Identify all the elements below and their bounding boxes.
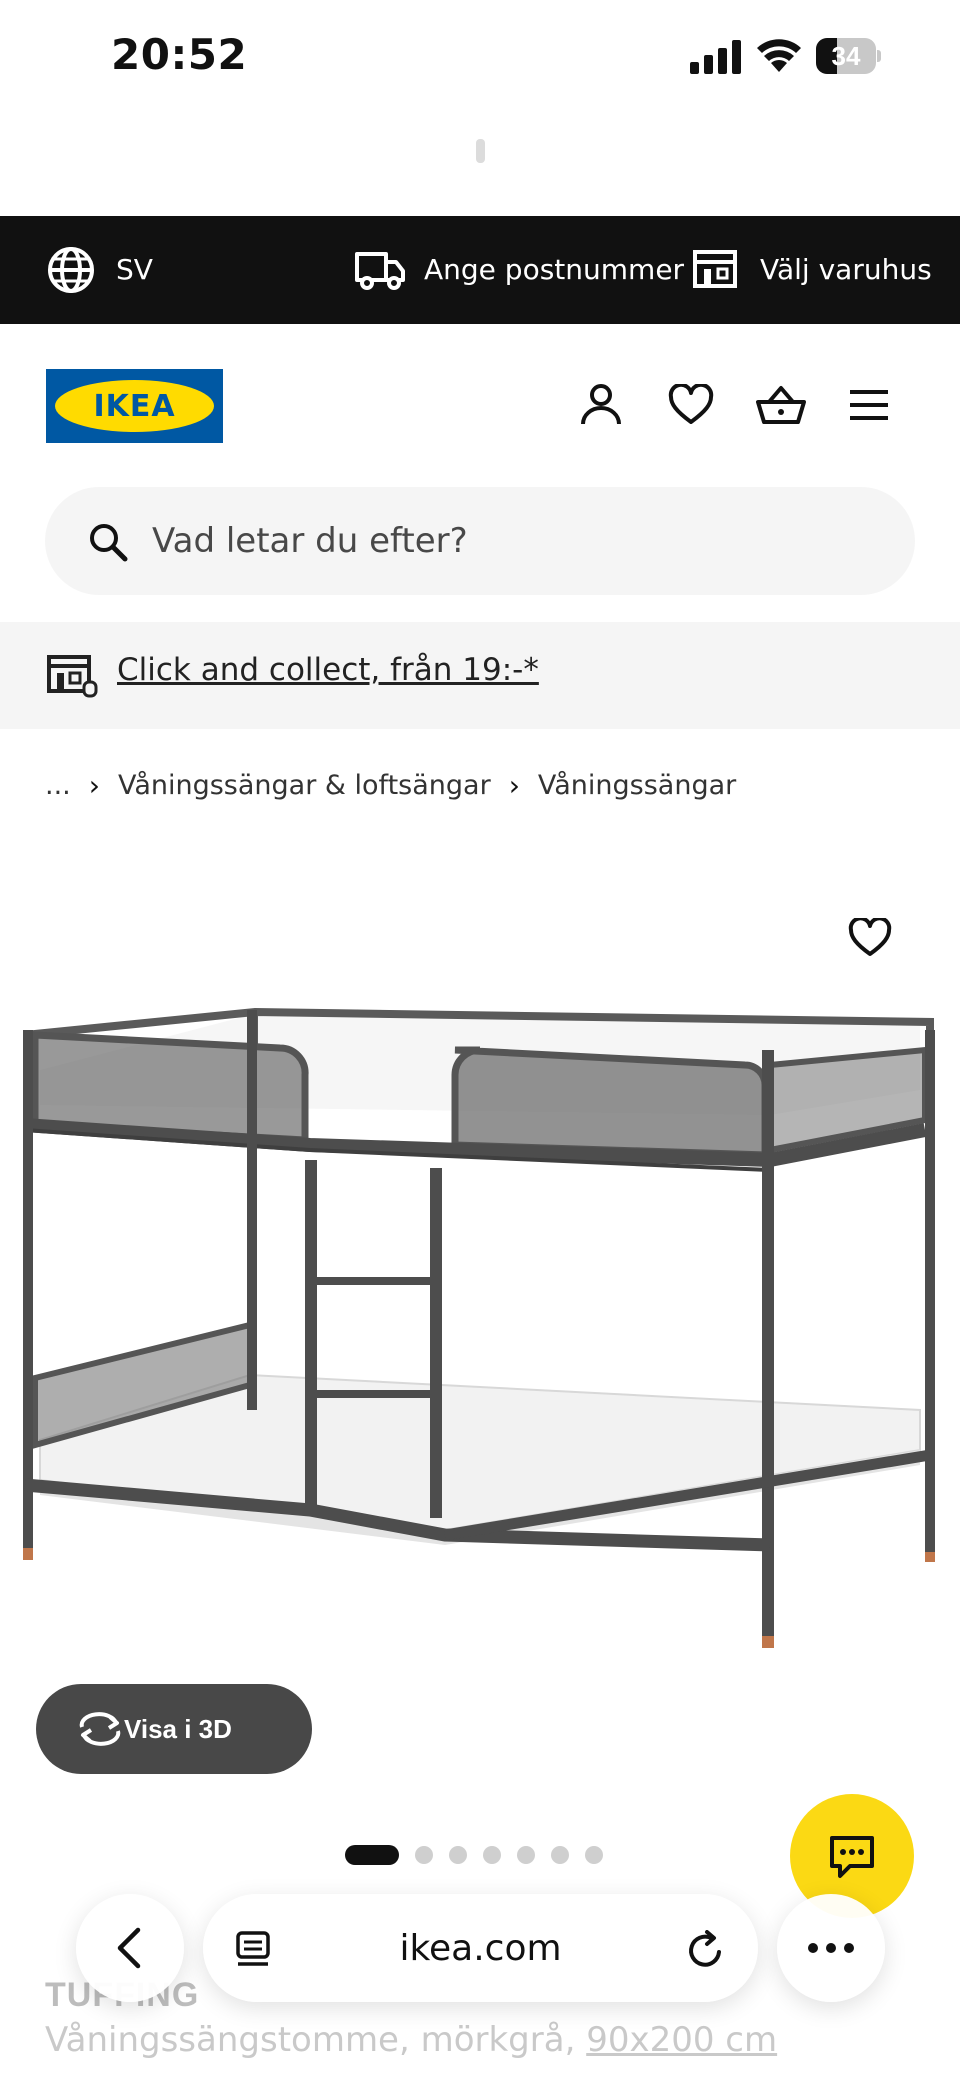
breadcrumb-ellipsis[interactable]: ...: [45, 770, 71, 801]
store-label: Välj varuhus: [760, 253, 932, 286]
search-placeholder: Vad letar du efter?: [152, 521, 468, 561]
battery-level: 34: [831, 41, 861, 71]
chevron-right-icon: ›: [508, 768, 520, 802]
favourites-icon[interactable]: [668, 384, 714, 426]
view-in-3d-button[interactable]: Visa i 3D: [36, 1684, 312, 1774]
breadcrumb: ... › Våningssängar & loftsängar › Vånin…: [45, 760, 736, 810]
add-to-favourites-icon[interactable]: [848, 918, 892, 958]
browser-back-button[interactable]: [76, 1894, 184, 2002]
promo-banner: Click and collect, från 19:-*: [0, 622, 960, 729]
product-description: Våningssängstomme, mörkgrå, 90x200 cm: [45, 2020, 777, 2060]
search-bar[interactable]: Vad letar du efter?: [45, 487, 915, 595]
carousel-dot-active[interactable]: [345, 1845, 399, 1865]
wifi-icon: [757, 39, 801, 72]
store-pickup-icon: [47, 655, 98, 698]
product-image[interactable]: [0, 990, 960, 1670]
chat-icon: [830, 1836, 874, 1878]
postcode-label: Ange postnummer: [424, 253, 685, 286]
account-icon[interactable]: [578, 382, 624, 428]
status-bar: 20:52 34: [0, 0, 960, 110]
search-icon: [90, 524, 128, 562]
store-icon: [693, 250, 737, 288]
delivery-truck-icon: [355, 252, 405, 290]
language-selector[interactable]: SV: [46, 245, 166, 295]
carousel-dot[interactable]: [449, 1846, 467, 1864]
click-and-collect-link[interactable]: Click and collect, från 19:-*: [117, 652, 539, 688]
cart-icon[interactable]: [756, 382, 806, 428]
browser-more-button[interactable]: [777, 1894, 885, 2002]
carousel-dot[interactable]: [585, 1846, 603, 1864]
store-selector-button[interactable]: Välj varuhus: [692, 245, 932, 295]
menu-icon[interactable]: [848, 388, 890, 422]
loading-indicator: [476, 139, 485, 163]
carousel-dot[interactable]: [483, 1846, 501, 1864]
language-label: SV: [116, 253, 153, 286]
status-time: 20:52: [111, 30, 248, 79]
more-dots-icon: [808, 1943, 854, 1953]
globe-icon: [48, 247, 94, 293]
postcode-button[interactable]: Ange postnummer: [354, 245, 684, 295]
view-in-3d-label: Visa i 3D: [124, 1714, 232, 1744]
url-text: ikea.com: [399, 1928, 562, 1969]
carousel-dot[interactable]: [415, 1846, 433, 1864]
carousel-dot[interactable]: [551, 1846, 569, 1864]
reload-icon[interactable]: [687, 1930, 725, 1970]
logo-text: IKEA: [93, 388, 176, 424]
product-description-text: Våningssängstomme, mörkgrå,: [45, 2020, 576, 2060]
product-size-link[interactable]: 90x200 cm: [586, 2020, 777, 2060]
top-utility-bar: SV Ange postnummer Välj varuhus: [0, 216, 960, 324]
battery-icon: 34: [816, 38, 881, 74]
chevron-left-icon: [117, 1927, 141, 1969]
breadcrumb-item[interactable]: Våningssängar: [538, 770, 736, 801]
ikea-logo[interactable]: IKEA: [46, 369, 223, 443]
image-carousel-indicator: [345, 1845, 603, 1865]
signal-icon: [690, 40, 741, 74]
browser-address-bar[interactable]: ikea.com: [203, 1894, 758, 2002]
rotate-3d-icon: [79, 1712, 121, 1746]
breadcrumb-item[interactable]: Våningssängar & loftsängar: [118, 770, 491, 801]
chevron-right-icon: ›: [88, 768, 100, 802]
carousel-dot[interactable]: [517, 1846, 535, 1864]
